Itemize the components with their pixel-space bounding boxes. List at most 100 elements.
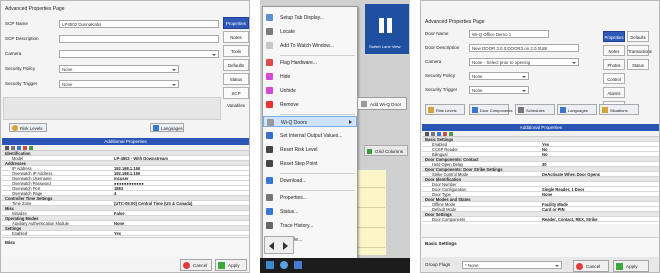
- sort-icon[interactable]: [5, 146, 9, 150]
- field-input[interactable]: None - Select prior to opening: [469, 58, 579, 66]
- menu-item-hide[interactable]: Hide: [263, 71, 357, 82]
- context-menu: Setup Tab Display... Locate Add To Watch W…: [262, 6, 358, 264]
- menu-item-locate[interactable]: Locate: [263, 26, 357, 37]
- menu-separator: [280, 190, 355, 191]
- toolbar-button-situations[interactable]: Situations: [599, 104, 639, 115]
- menu-item-label: Set Internal Output Values...: [280, 132, 343, 139]
- apply-label: Apply: [228, 263, 240, 268]
- field-input[interactable]: None: [469, 72, 529, 80]
- field-input[interactable]: None: [59, 65, 179, 73]
- apply-button[interactable]: Apply: [215, 259, 247, 271]
- group-flags-select[interactable]: * None: [462, 261, 562, 269]
- additional-properties-header: Additional Properties: [2, 138, 249, 145]
- expand-icon[interactable]: [437, 132, 441, 136]
- field-label: Security Trigger: [5, 81, 38, 86]
- tab-status[interactable]: Status: [627, 59, 649, 70]
- unhide-icon: [266, 87, 273, 94]
- tab-properties[interactable]: Properties: [603, 31, 625, 42]
- menu-item-label: Locate: [280, 28, 296, 35]
- status-icon: [266, 208, 273, 215]
- menu-item-watch[interactable]: Add To Watch Window...: [263, 40, 357, 51]
- menu-item-properties[interactable]: Properties...: [263, 192, 357, 203]
- menu-item-trace[interactable]: Trace History...: [263, 220, 357, 231]
- field-input[interactable]: [59, 50, 219, 58]
- chevron-left-icon[interactable]: [269, 242, 274, 250]
- tab-transactions[interactable]: Transactions: [627, 45, 652, 56]
- collapse-icon[interactable]: [443, 132, 447, 136]
- tile-label: Switch Lane View: [369, 44, 401, 49]
- cancel-button[interactable]: Cancel: [180, 259, 212, 271]
- taskbar-app-icon[interactable]: [294, 261, 302, 269]
- tab-notes[interactable]: Notes: [223, 31, 249, 43]
- submenu-add-wiq-door[interactable]: Add Wi-Q Door: [370, 102, 401, 107]
- menu-item-remove[interactable]: Remove: [263, 99, 357, 110]
- tab-notes[interactable]: Notes: [603, 45, 625, 56]
- check-icon: [616, 263, 623, 270]
- menu-item-unhide[interactable]: Unhide: [263, 85, 357, 96]
- menu-item-step[interactable]: Reset Step Point: [263, 158, 357, 169]
- menu-item-risk[interactable]: Reset Risk Level: [263, 144, 357, 155]
- chevron-right-icon[interactable]: [283, 242, 288, 250]
- field-input[interactable]: None: [59, 80, 179, 88]
- tab-defaults[interactable]: Defaults: [627, 31, 649, 42]
- field-input[interactable]: None: [469, 86, 529, 94]
- tab-alarms[interactable]: Alarms: [603, 87, 625, 98]
- expand-icon[interactable]: [17, 146, 21, 150]
- tab-photos[interactable]: Photos: [603, 59, 625, 70]
- field-input[interactable]: [59, 35, 219, 43]
- start-icon[interactable]: [266, 261, 274, 269]
- menu-item-flag[interactable]: Flag Hardware...: [263, 57, 357, 68]
- settings-icon[interactable]: [29, 146, 33, 150]
- toolbar-button-door-components[interactable]: Door Components: [469, 104, 512, 115]
- menu-item-setup[interactable]: Setup Tab Display...: [263, 12, 357, 23]
- app-tile[interactable]: Switch Lane View: [365, 4, 409, 54]
- row-key: Enabled: [12, 231, 28, 236]
- menu-item-output[interactable]: Set Internal Output Values...: [263, 130, 357, 141]
- field-input[interactable]: Wi-Q Office Demo 1: [469, 30, 549, 38]
- languages-icon: [153, 125, 159, 131]
- tab-control[interactable]: Control: [603, 73, 625, 84]
- scp-photo-area: [3, 97, 221, 120]
- languages-button[interactable]: Languages: [150, 123, 184, 132]
- toolbar-button-languages[interactable]: Languages: [557, 104, 597, 115]
- menu-item-door[interactable]: Wi-Q Doors: [263, 116, 357, 127]
- menu-item-status[interactable]: Status...: [263, 206, 357, 217]
- toolbar-label: Situations: [610, 108, 628, 113]
- toolbar-button-schedules[interactable]: Schedules: [515, 104, 555, 115]
- sort-icon[interactable]: [425, 132, 429, 136]
- apply-button[interactable]: Apply: [613, 260, 649, 272]
- row-value: Reader, Contact, REX, Strike: [542, 217, 598, 222]
- settings-icon[interactable]: [449, 132, 453, 136]
- grid-columns-dropdown[interactable]: Grid Columns: [364, 145, 408, 156]
- languages-icon: [560, 107, 566, 113]
- footer-label: Basic Settings: [425, 241, 457, 246]
- menu-item-download[interactable]: Download...: [263, 175, 357, 186]
- schedules-icon: [518, 107, 524, 113]
- menu-item-label: Hide: [280, 73, 291, 80]
- collapse-icon[interactable]: [23, 146, 27, 150]
- door-icon: [267, 119, 274, 126]
- tab-properties[interactable]: Properties: [223, 17, 249, 29]
- alpha-sort-icon[interactable]: [11, 146, 15, 150]
- toolbar-button-risk-levels[interactable]: Risk Levels: [425, 104, 465, 115]
- tab-tools[interactable]: Tools: [223, 45, 249, 57]
- app-icon[interactable]: [280, 261, 288, 269]
- cancel-button[interactable]: Cancel: [573, 260, 609, 272]
- output-icon: [266, 132, 273, 139]
- field-value: None: [62, 82, 73, 87]
- field-input[interactable]: LP4502 DunnaKabs: [59, 20, 219, 28]
- menu-separator: [280, 55, 355, 56]
- tab-defaults[interactable]: Defaults: [223, 59, 249, 71]
- menu-item-label: Reset Step Point: [280, 160, 318, 167]
- tab-scp-variables[interactable]: SCP Variables: [223, 87, 249, 108]
- pause-icon-bar: [387, 18, 392, 33]
- nav-arrows: [264, 236, 294, 254]
- tab-status[interactable]: Status: [223, 73, 249, 85]
- risk-levels-button[interactable]: Risk Levels: [9, 123, 47, 132]
- page-title: Advanced Properties Page: [5, 6, 65, 12]
- cancel-icon: [183, 262, 190, 269]
- cancel-label: Cancel: [586, 264, 601, 269]
- alpha-sort-icon[interactable]: [431, 132, 435, 136]
- field-input[interactable]: New DOOR 3.0.0.DOOR3 on 2.0.0UBI: [469, 44, 579, 52]
- group-flags-value: * None: [465, 263, 479, 268]
